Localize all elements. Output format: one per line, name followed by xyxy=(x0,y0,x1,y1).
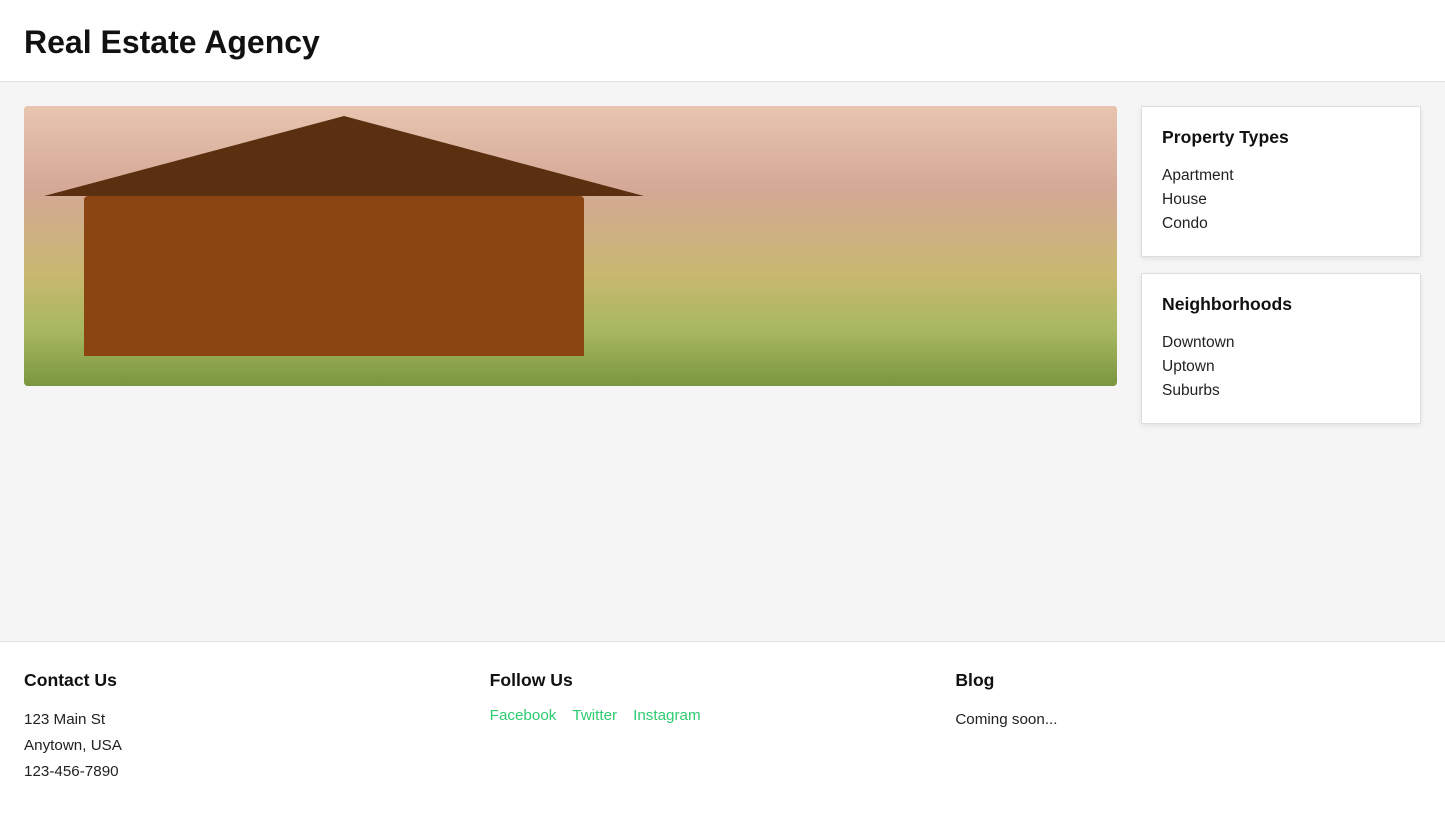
footer-contact: Contact Us 123 Main St Anytown, USA 123-… xyxy=(24,670,490,785)
property-type-item[interactable]: Apartment xyxy=(1162,164,1400,188)
property-types-heading: Property Types xyxy=(1162,127,1400,148)
neighborhoods-heading: Neighborhoods xyxy=(1162,294,1400,315)
contact-heading: Contact Us xyxy=(24,670,470,691)
hero-section xyxy=(24,106,1117,617)
twitter-link[interactable]: Twitter xyxy=(572,707,617,724)
neighborhood-item[interactable]: Uptown xyxy=(1162,355,1400,379)
site-title: Real Estate Agency xyxy=(24,24,1421,61)
footer-blog: Blog Coming soon... xyxy=(955,670,1421,785)
instagram-link[interactable]: Instagram xyxy=(633,707,701,724)
neighborhoods-list: Downtown Uptown Suburbs xyxy=(1162,331,1400,403)
phone-number: 123-456-7890 xyxy=(24,763,119,780)
hero-image xyxy=(24,106,1117,386)
follow-heading: Follow Us xyxy=(490,670,936,691)
address-line2: Anytown, USA xyxy=(24,737,122,754)
footer-social: Follow Us Facebook Twitter Instagram xyxy=(490,670,956,785)
blog-heading: Blog xyxy=(955,670,1401,691)
address-line1: 123 Main St xyxy=(24,711,105,728)
sidebar: Property Types Apartment House Condo Nei… xyxy=(1141,106,1421,617)
property-types-list: Apartment House Condo xyxy=(1162,164,1400,236)
neighborhood-item[interactable]: Suburbs xyxy=(1162,379,1400,403)
neighborhoods-box: Neighborhoods Downtown Uptown Suburbs xyxy=(1141,273,1421,424)
facebook-link[interactable]: Facebook xyxy=(490,707,557,724)
contact-address: 123 Main St Anytown, USA 123-456-7890 xyxy=(24,707,470,785)
neighborhood-item[interactable]: Downtown xyxy=(1162,331,1400,355)
property-type-item[interactable]: House xyxy=(1162,188,1400,212)
blog-coming-soon: Coming soon... xyxy=(955,707,1401,733)
social-links: Facebook Twitter Instagram xyxy=(490,707,936,724)
property-types-box: Property Types Apartment House Condo xyxy=(1141,106,1421,257)
property-photo xyxy=(24,106,1117,386)
property-type-item[interactable]: Condo xyxy=(1162,212,1400,236)
